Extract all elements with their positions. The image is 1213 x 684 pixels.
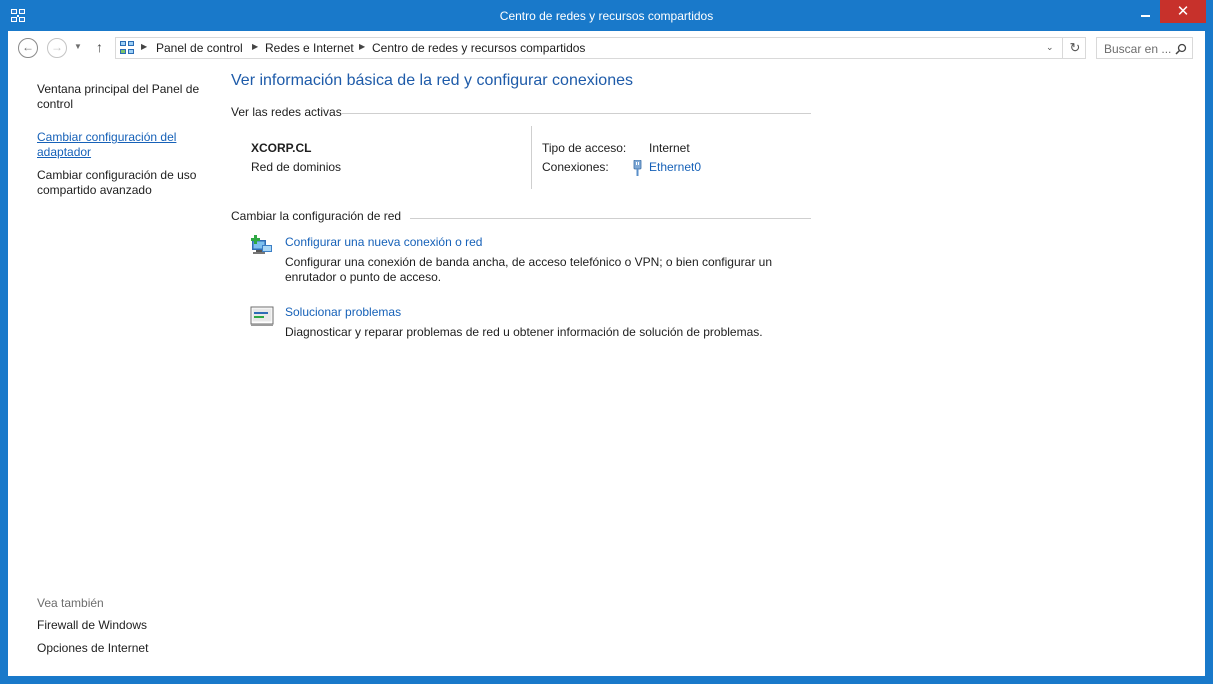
active-networks-heading: Ver las redes activas [231,105,342,119]
connections-label: Conexiones: [542,160,609,174]
divider [531,126,532,189]
search-icon[interactable] [1175,43,1187,55]
address-bar[interactable]: ▶ Panel de control ▶ Redes e Internet ▶ … [115,37,1086,59]
breadcrumb-separator-icon[interactable]: ▶ [141,42,147,51]
minimize-button[interactable] [1131,0,1159,23]
window-frame: Centro de redes y recursos compartidos ✕… [0,0,1213,684]
link-internet-options[interactable]: Opciones de Internet [37,641,212,656]
link-change-adapter-settings[interactable]: Cambiar configuración del adaptador [37,130,212,160]
troubleshoot-icon [250,306,274,326]
breadcrumb-centro-de-redes[interactable]: Centro de redes y recursos compartidos [372,41,585,55]
setup-new-connection-description: Configurar una conexión de banda ancha, … [285,255,772,284]
ethernet-icon [633,160,642,176]
address-dropdown-icon[interactable]: ⌄ [1046,42,1054,53]
network-center-icon [120,41,134,54]
breadcrumb-redes-e-internet[interactable]: Redes e Internet [265,41,354,55]
search-placeholder[interactable]: Buscar en ... [1104,42,1171,56]
access-type-value: Internet [649,141,690,155]
page-title: Ver información básica de la red y confi… [231,72,633,89]
network-name: XCORP.CL [251,141,312,155]
troubleshoot-description: Diagnosticar y reparar problemas de red … [285,325,763,339]
up-button[interactable]: ↑ [96,39,103,55]
setup-new-connection-link[interactable]: Configurar una nueva conexión o red [285,235,482,249]
close-button[interactable]: ✕ [1160,0,1206,23]
change-settings-heading: Cambiar la configuración de red [231,209,402,223]
back-button[interactable]: ← [18,38,38,58]
search-box[interactable]: Buscar en ... [1096,37,1193,59]
see-also-heading: Vea también [37,596,104,610]
forward-button[interactable]: → [47,38,67,58]
new-connection-icon [251,235,272,254]
network-category: Red de dominios [251,160,342,174]
recent-locations-dropdown[interactable]: ▼ [74,42,82,51]
refresh-button[interactable]: ↻ [1062,38,1087,58]
access-type-label: Tipo de acceso: [542,141,627,155]
link-control-panel-home[interactable]: Ventana principal del Panel de control [37,82,212,112]
troubleshoot-link[interactable]: Solucionar problemas [285,305,401,319]
minimize-icon [1140,15,1150,17]
window-title: Centro de redes y recursos compartidos [499,9,714,23]
breadcrumb-panel-de-control[interactable]: Panel de control [156,41,243,55]
link-advanced-sharing-settings[interactable]: Cambiar configuración de uso compartido … [37,168,212,198]
divider [342,113,811,114]
title-bar[interactable]: Centro de redes y recursos compartidos ✕ [0,0,1213,31]
breadcrumb-separator-icon[interactable]: ▶ [359,42,365,51]
ethernet-connection-link[interactable]: Ethernet0 [649,160,701,174]
link-windows-firewall[interactable]: Firewall de Windows [37,618,212,633]
breadcrumb-separator-icon[interactable]: ▶ [252,42,258,51]
divider [410,218,811,219]
client-area: ← → ▼ ↑ ▶ Panel de control ▶ Redes e Int… [8,31,1205,676]
